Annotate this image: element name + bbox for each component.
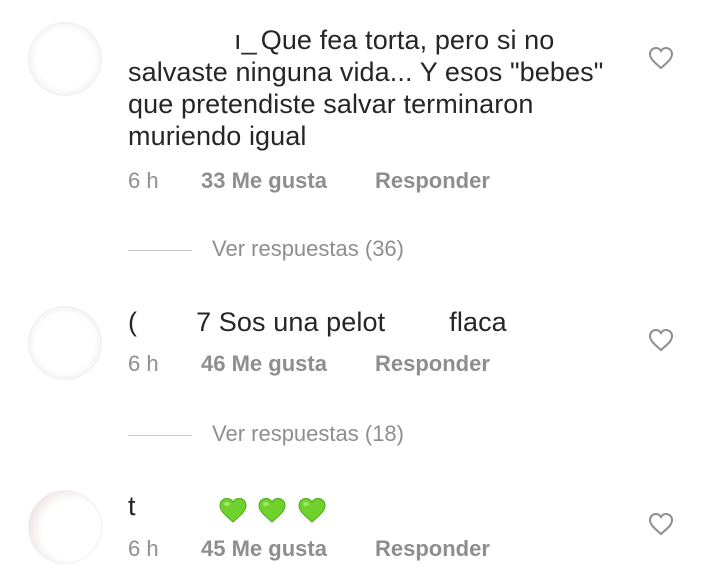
comment-text: Que fea torta, pero si no salvaste ningu… bbox=[128, 25, 604, 151]
comment-text-block: t bbox=[128, 490, 618, 524]
like-heart-icon[interactable] bbox=[648, 46, 674, 70]
reply-button[interactable]: Responder bbox=[375, 168, 490, 194]
comment-username[interactable]: ı_ bbox=[234, 24, 257, 56]
green-heart-icon bbox=[298, 497, 326, 523]
comment-text-block: ı_ Que fea torta, pero si no salvaste nin… bbox=[128, 24, 618, 152]
comment-username[interactable]: ( bbox=[128, 306, 137, 338]
green-hearts bbox=[218, 492, 329, 524]
reply-button[interactable]: Responder bbox=[375, 351, 490, 377]
reply-button[interactable]: Responder bbox=[375, 536, 490, 562]
green-heart-icon bbox=[219, 497, 247, 523]
comment-likes[interactable]: 46 Me gusta bbox=[201, 351, 375, 377]
view-replies-button[interactable]: Ver respuestas (18) bbox=[128, 421, 404, 447]
comment-text-block: (7 Sos una pelot flaca bbox=[128, 306, 618, 338]
like-heart-icon[interactable] bbox=[648, 512, 674, 536]
comment-meta: 6 h 33 Me gusta Responder bbox=[128, 168, 490, 194]
comment-likes[interactable]: 45 Me gusta bbox=[201, 536, 375, 562]
green-heart-icon bbox=[258, 497, 286, 523]
view-replies-label: Ver respuestas (36) bbox=[212, 236, 404, 261]
view-replies-button[interactable]: Ver respuestas (36) bbox=[128, 236, 404, 262]
view-replies-label: Ver respuestas (18) bbox=[212, 421, 404, 446]
comment-time: 6 h bbox=[128, 536, 159, 561]
avatar[interactable] bbox=[28, 306, 102, 380]
avatar[interactable] bbox=[28, 22, 102, 96]
comment-text-end: flaca bbox=[449, 307, 507, 337]
avatar[interactable] bbox=[28, 490, 102, 564]
comment-username[interactable]: t bbox=[128, 490, 136, 522]
comment-likes[interactable]: 33 Me gusta bbox=[201, 168, 375, 194]
comment-text: 7 Sos una pelot bbox=[196, 307, 386, 337]
comment-time: 6 h bbox=[128, 168, 159, 193]
comment-meta: 6 h 45 Me gusta Responder bbox=[128, 536, 490, 562]
comment-meta: 6 h 46 Me gusta Responder bbox=[128, 351, 490, 377]
replies-divider-line bbox=[128, 249, 192, 251]
like-heart-icon[interactable] bbox=[648, 328, 674, 352]
comment-time: 6 h bbox=[128, 351, 159, 376]
replies-divider-line bbox=[128, 434, 192, 436]
